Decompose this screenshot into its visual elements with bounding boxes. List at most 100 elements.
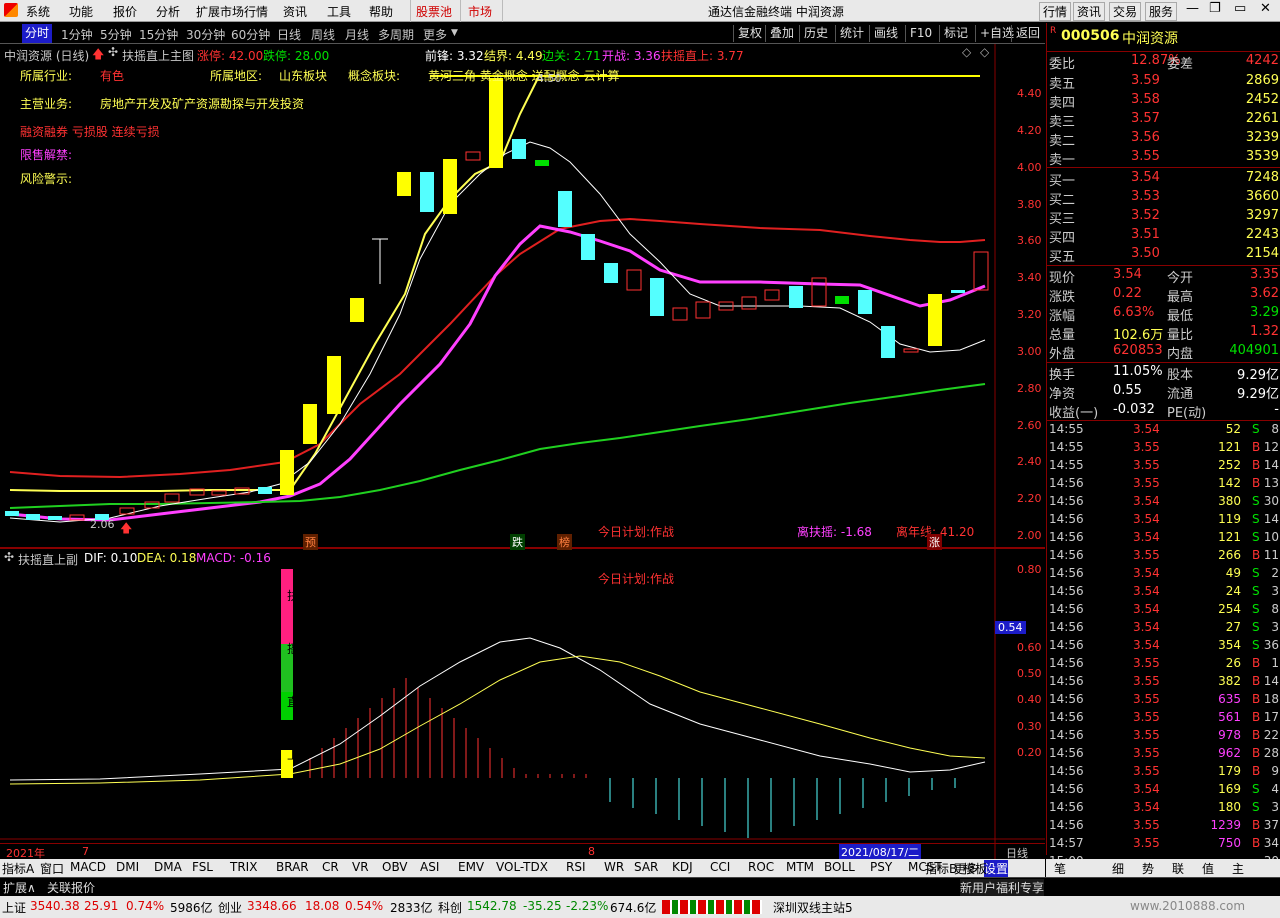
menu-function[interactable]: 功能 (69, 3, 93, 20)
restore-icon[interactable]: ❐ (1209, 1, 1221, 16)
menu-quote[interactable]: 报价 (113, 3, 137, 20)
indicator-tab[interactable]: ASI (420, 860, 439, 874)
diamond-icon[interactable]: ◇ (962, 45, 971, 59)
tick-cell: 3.54 (1133, 494, 1160, 508)
tab-30min[interactable]: 30分钟 (186, 26, 225, 43)
tab-zhu[interactable]: 主 (1232, 860, 1244, 877)
indicator-tab[interactable]: VOL-TDX (496, 860, 548, 874)
tab-zhi[interactable]: 值 (1202, 860, 1214, 877)
tick-cell: S (1252, 512, 1260, 526)
level-volume: 7248 (1245, 170, 1279, 185)
button-hangqing[interactable]: 行情 (1039, 2, 1072, 21)
button-jiaoyi[interactable]: 交易 (1109, 2, 1142, 21)
stat-cell: 102.6万 (1113, 328, 1164, 343)
indicator-tab[interactable]: 指标A (2, 860, 34, 877)
indicator-tab[interactable]: BRAR (276, 860, 309, 874)
settings-gear-icon[interactable]: ✣ (108, 45, 118, 59)
tab-multi-period[interactable]: 多周期 (378, 26, 414, 43)
indicator-tab[interactable]: 指标B (925, 860, 957, 877)
expand-button[interactable]: 扩展∧ (3, 879, 36, 896)
ask-row[interactable]: 卖二 3.56 3239 (1047, 129, 1280, 149)
indicator-tab[interactable]: SAR (634, 860, 658, 874)
menu-system[interactable]: 系统 (26, 3, 50, 20)
indicator-tab[interactable]: BOLL (824, 860, 855, 874)
indicator-tab[interactable]: EMV (458, 860, 484, 874)
indicator-tab[interactable]: WR (604, 860, 624, 874)
ask-row[interactable]: 卖五 3.59 2869 (1047, 72, 1280, 92)
indicator-tab[interactable]: OBV (382, 860, 408, 874)
button-fuwu[interactable]: 服务 (1145, 2, 1178, 21)
kline-chart-area[interactable] (0, 44, 1045, 859)
chart-close-icon[interactable]: ◇ (980, 45, 989, 59)
indicator-tab[interactable]: TRIX (230, 860, 257, 874)
indicator-tab[interactable]: 窗口 (40, 860, 64, 877)
y-tick: 4.40 (1017, 87, 1042, 100)
button-tongji[interactable]: 统计 (835, 25, 868, 42)
tab-15min[interactable]: 15分钟 (139, 26, 178, 43)
button-back[interactable]: 返回 (1011, 25, 1044, 42)
indicator-tab[interactable]: FSL (192, 860, 213, 874)
indicator-tab[interactable]: 设置 (984, 860, 1009, 877)
tick-cell: 3.55 (1133, 836, 1160, 850)
tab-monthly[interactable]: 月线 (345, 26, 369, 43)
main-indicator-name[interactable]: 扶摇直上主图 (122, 47, 194, 64)
tab-xi[interactable]: 细 (1112, 860, 1124, 877)
sub-indicator-name[interactable]: 扶摇直上副 (18, 551, 78, 568)
bid-row[interactable]: 买五 3.50 2154 (1047, 245, 1280, 265)
level-label: 买四 (1049, 231, 1076, 246)
button-f10[interactable]: F10 (905, 25, 936, 42)
indicator-tab[interactable]: ROC (748, 860, 774, 874)
tab-more[interactable]: 更多 (423, 26, 447, 43)
button-zixun[interactable]: 资讯 (1073, 2, 1106, 21)
menu-analysis[interactable]: 分析 (156, 3, 180, 20)
bid-row[interactable]: 买二 3.53 3660 (1047, 188, 1280, 208)
server-name[interactable]: 深圳双线主站5 (773, 899, 853, 916)
tab-fenshi[interactable]: 分时 (22, 24, 53, 43)
button-lishi[interactable]: 历史 (799, 25, 832, 42)
ask-row[interactable]: 卖四 3.58 2452 (1047, 91, 1280, 111)
indicator-tab[interactable]: KDJ (672, 860, 693, 874)
indicator-tab[interactable]: CR (322, 860, 339, 874)
indicator-tab[interactable]: CCI (710, 860, 730, 874)
menu-news[interactable]: 资讯 (283, 3, 307, 20)
indicator-tab[interactable]: MACD (70, 860, 106, 874)
button-fuquan[interactable]: 复权 (733, 25, 766, 42)
minimize-icon[interactable]: — (1186, 1, 1199, 16)
shrink-icon[interactable]: ▭ (1234, 1, 1246, 16)
button-huaxian[interactable]: 画线 (869, 25, 902, 42)
tab-weekly[interactable]: 周线 (311, 26, 335, 43)
button-biaoji[interactable]: 标记 (939, 25, 972, 42)
stat-cell: 3.35 (1250, 267, 1279, 282)
menu-extended-market[interactable]: 扩展市场行情 (196, 3, 268, 20)
tick-cell: 180 (1218, 800, 1241, 814)
bid-row[interactable]: 买一 3.54 7248 (1047, 169, 1280, 189)
menu-help[interactable]: 帮助 (369, 3, 393, 20)
tab-1min[interactable]: 1分钟 (61, 26, 93, 43)
menu-market[interactable]: 市场 (468, 3, 492, 20)
ask-row[interactable]: 卖一 3.55 3539 (1047, 148, 1280, 168)
button-diejia[interactable]: 叠加 (765, 25, 798, 42)
tab-5min[interactable]: 5分钟 (100, 26, 132, 43)
menu-stock-pool[interactable]: 股票池 (416, 3, 452, 20)
indicator-tab[interactable]: VR (352, 860, 369, 874)
indicator-tab[interactable]: RSI (566, 860, 586, 874)
indicator-tab[interactable]: 模板 (963, 860, 987, 877)
indicator-tab[interactable]: DMI (116, 860, 139, 874)
tab-60min[interactable]: 60分钟 (231, 26, 270, 43)
bid-row[interactable]: 买四 3.51 2243 (1047, 226, 1280, 246)
indicator-tab[interactable]: DMA (154, 860, 182, 874)
related-quote-button[interactable]: 关联报价 (47, 879, 95, 896)
indicator-tab[interactable]: PSY (870, 860, 892, 874)
ask-row[interactable]: 卖三 3.57 2261 (1047, 110, 1280, 130)
tab-bi[interactable]: 笔 (1054, 860, 1066, 877)
tab-daily[interactable]: 日线 (277, 26, 301, 43)
sub-settings-icon[interactable]: ✣ (4, 550, 14, 564)
indicator-tab[interactable]: MTM (786, 860, 814, 874)
close-icon[interactable]: ✕ (1260, 1, 1271, 16)
tab-shi[interactable]: 势 (1142, 860, 1154, 877)
welfare-link[interactable]: 新用户福利专享 (960, 879, 1045, 896)
more-chevron-icon[interactable]: ▼ (451, 28, 458, 38)
menu-tools[interactable]: 工具 (327, 3, 351, 20)
tab-lian[interactable]: 联 (1172, 860, 1184, 877)
bid-row[interactable]: 买三 3.52 3297 (1047, 207, 1280, 227)
